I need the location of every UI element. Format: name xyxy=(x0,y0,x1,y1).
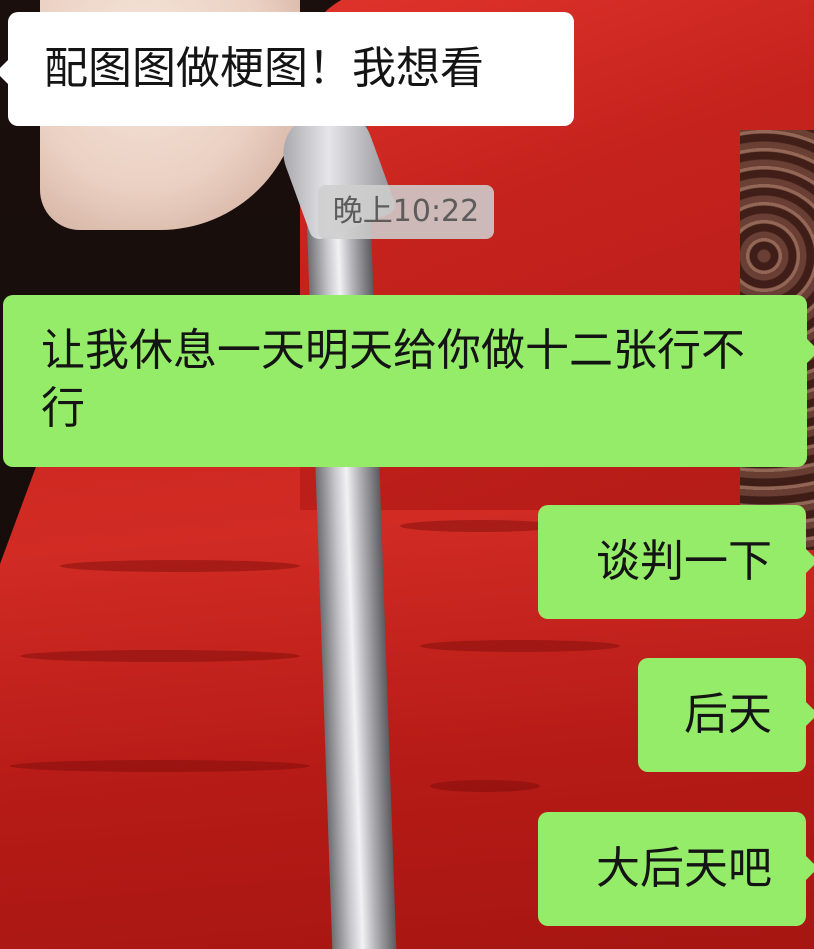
outgoing-message-bubble[interactable]: 让我休息一天明天给你做十二张行不行 xyxy=(3,295,814,467)
message-text: 大后天吧 xyxy=(596,843,772,894)
message-text: 后天 xyxy=(684,689,772,740)
outgoing-message-bubble[interactable]: 谈判一下 xyxy=(538,505,814,619)
message-timestamp: 晚上10:22 xyxy=(318,185,494,239)
chat-message-list[interactable]: 配图图做梗图！我想看 晚上10:22 让我休息一天明天给你做十二张行不行 谈判一… xyxy=(0,0,814,949)
outgoing-message-bubble[interactable]: 大后天吧 xyxy=(538,812,814,926)
outgoing-message-bubble[interactable]: 后天 xyxy=(638,658,814,772)
incoming-message-bubble[interactable]: 配图图做梗图！我想看 xyxy=(0,12,574,126)
timestamp-text: 晚上10:22 xyxy=(332,194,480,229)
message-text: 谈判一下 xyxy=(596,536,772,587)
message-text: 配图图做梗图！我想看 xyxy=(44,43,484,94)
message-text: 让我休息一天明天给你做十二张行不行 xyxy=(41,325,745,434)
